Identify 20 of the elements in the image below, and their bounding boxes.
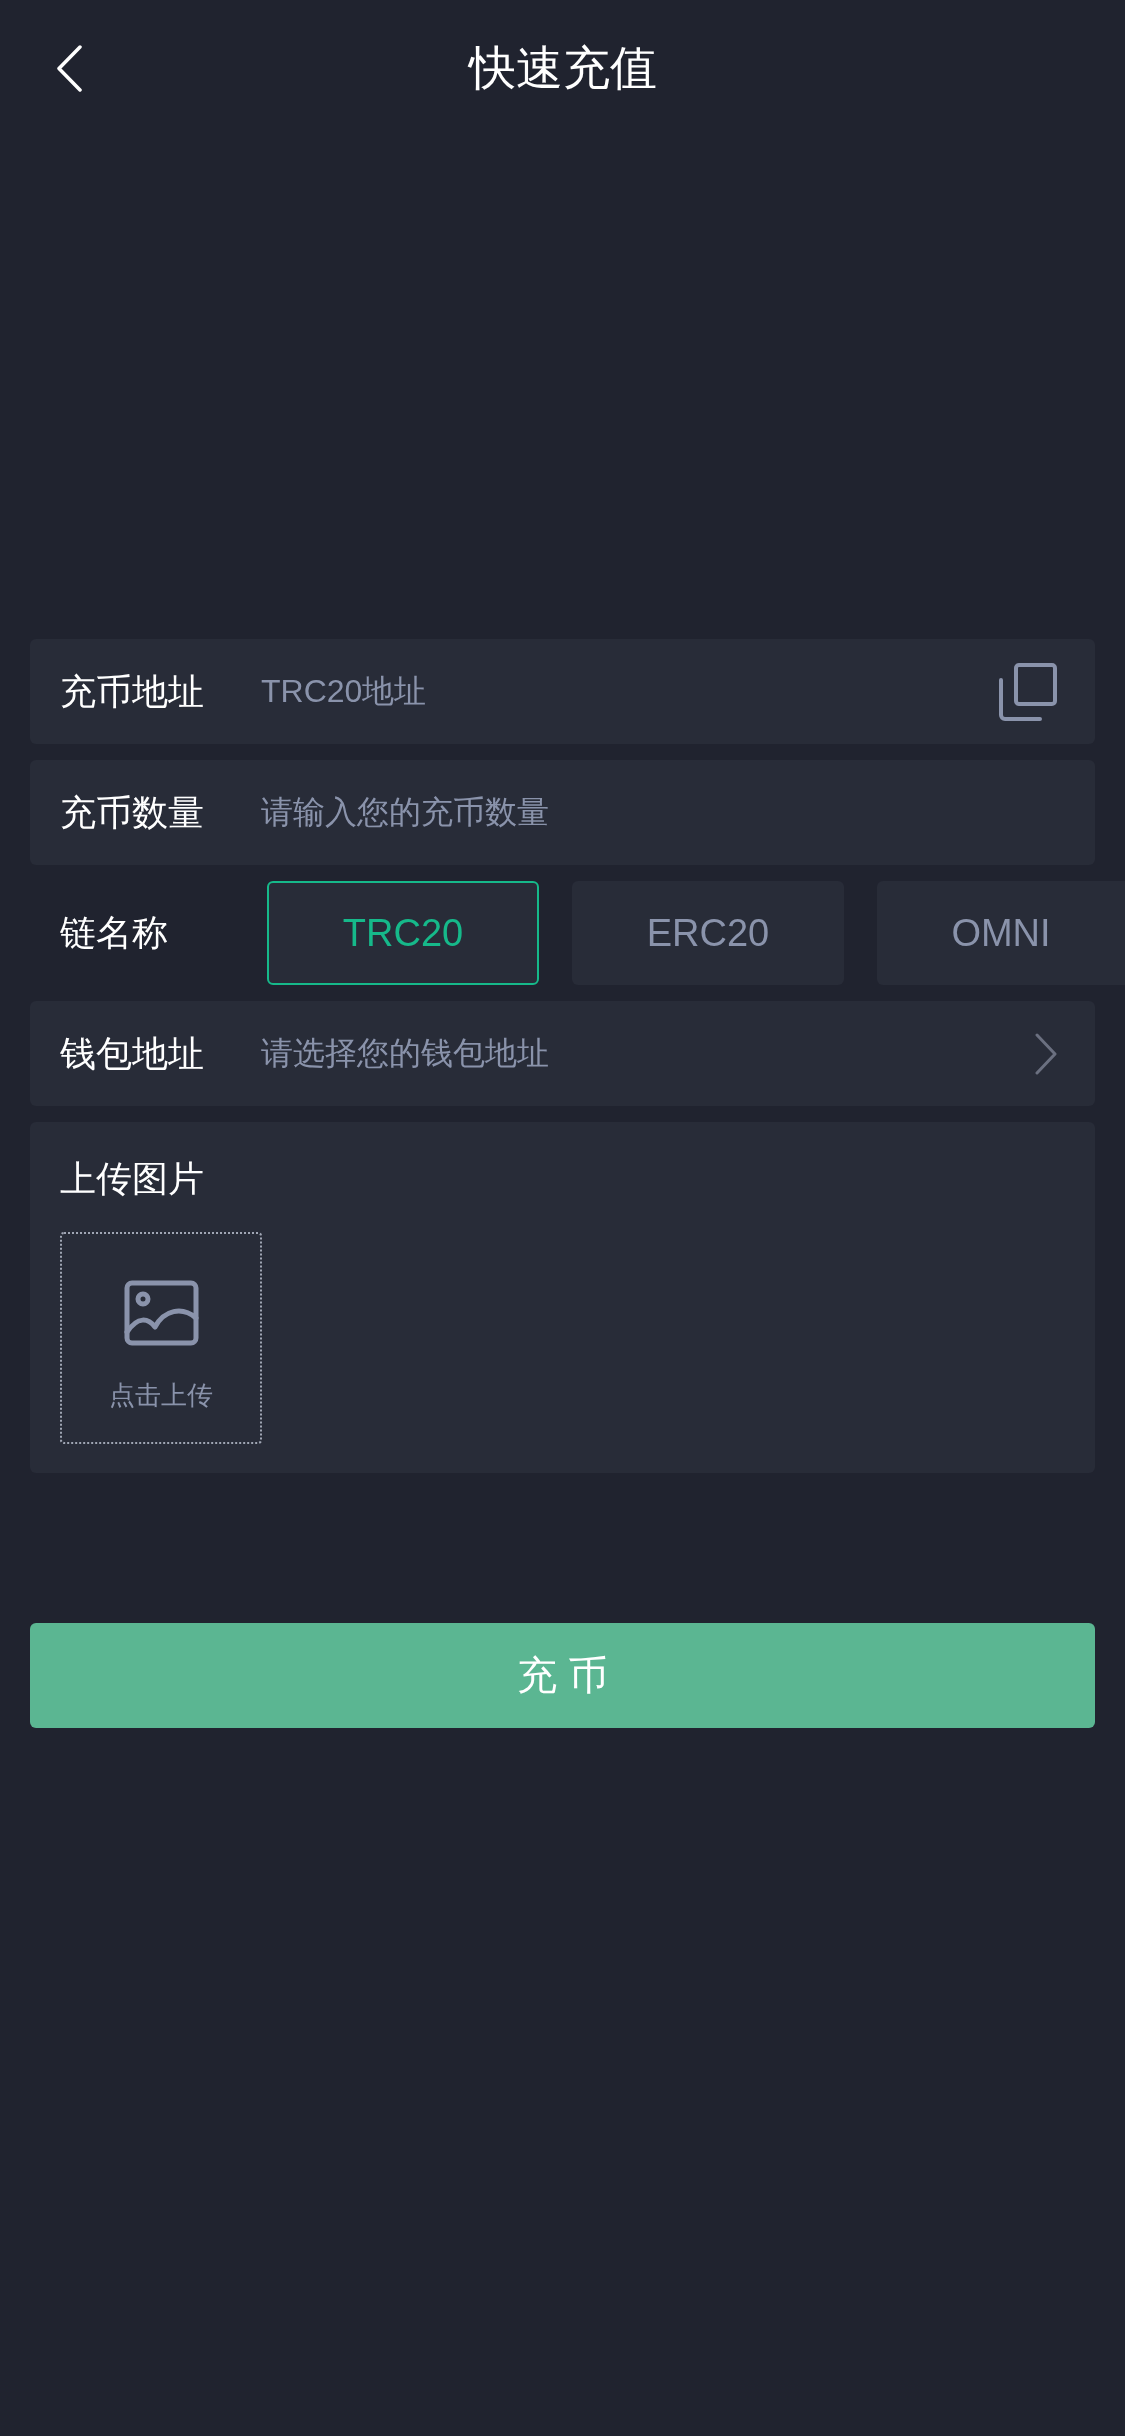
- amount-row[interactable]: 充币数量 请输入您的充币数量: [30, 760, 1095, 865]
- amount-field[interactable]: 请输入您的充币数量: [261, 786, 1057, 839]
- chain-tab[interactable]: OMNI: [877, 881, 1125, 985]
- copy-icon[interactable]: [999, 662, 1057, 721]
- field-label: 上传图片: [60, 1161, 204, 1197]
- wallet-address-row[interactable]: 钱包地址 请选择您的钱包地址: [30, 1001, 1095, 1106]
- field-label: 钱包地址: [60, 1031, 205, 1076]
- chain-tab[interactable]: ERC20: [572, 881, 844, 985]
- page-title: 快速充值: [468, 39, 657, 96]
- field-label: 充币地址: [60, 669, 205, 714]
- image-icon: [123, 1280, 199, 1346]
- deposit-address-row[interactable]: 充币地址 TRC20地址: [30, 639, 1095, 744]
- back-icon[interactable]: [56, 44, 82, 92]
- deposit-address-field[interactable]: TRC20地址: [261, 665, 999, 718]
- chain-tab[interactable]: TRC20: [267, 881, 539, 985]
- wallet-address-field[interactable]: 请选择您的钱包地址: [261, 1027, 1035, 1080]
- field-label: 链名称: [60, 911, 169, 955]
- upload-button[interactable]: 点击上传: [60, 1232, 262, 1444]
- chevron-right-icon: [1035, 1032, 1057, 1075]
- field-label: 充币数量: [60, 790, 205, 835]
